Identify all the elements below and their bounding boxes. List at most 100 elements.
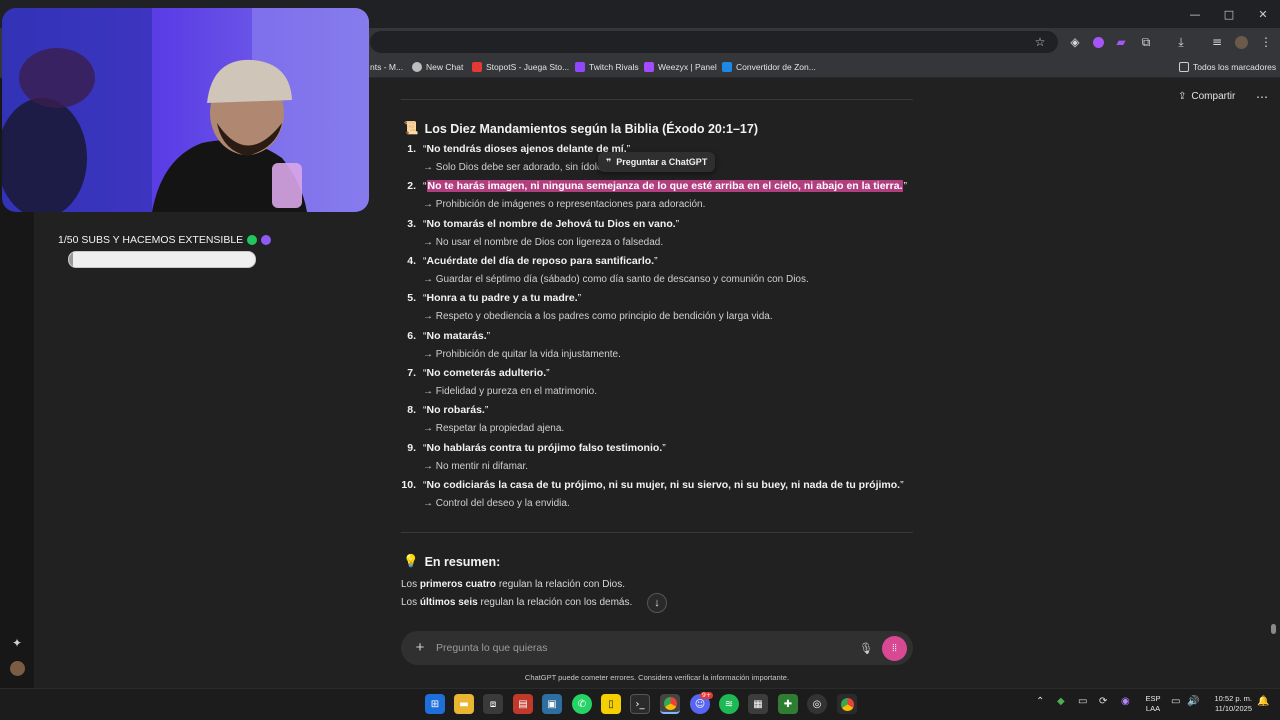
share-icon: ⇪ [1178, 91, 1187, 102]
item-number: 1. [407, 143, 416, 155]
bookmark-item[interactable]: StopotS - Juega Sto... [472, 60, 569, 74]
twitch-extension-icon[interactable]: ▰ [1112, 33, 1130, 51]
bookmark-item[interactable]: Convertidor de Zon... [722, 60, 816, 74]
commandment-text: “Acuérdate del día de reposo para santif… [423, 255, 658, 267]
subs-goal-label: 1/50 SUBS Y HACEMOS EXTENSIBLE [58, 234, 272, 246]
summary-line: Los primeros cuatro regulan la relación … [401, 579, 626, 590]
weezyx-favicon-icon [644, 62, 654, 72]
profile-avatar[interactable] [1232, 33, 1250, 51]
item-number: 9. [407, 442, 416, 454]
extension-icon[interactable]: ◈ [1066, 33, 1084, 51]
more-options-icon[interactable]: ⋯ [1256, 90, 1268, 104]
commandment-explanation: → No usar el nombre de Dios con ligereza… [423, 237, 664, 248]
prompt-input[interactable] [436, 639, 846, 657]
extensions-puzzle-icon[interactable]: ⧉ [1137, 33, 1155, 51]
user-avatar[interactable] [8, 659, 26, 677]
language-indicator[interactable]: ESP LAA [1142, 694, 1164, 714]
green-dot-icon [247, 235, 258, 245]
commandment-text: “No hablarás contra tu prójimo falso tes… [423, 442, 666, 454]
subs-goal-text: 1/50 SUBS Y HACEMOS EXTENSIBLE [58, 234, 244, 246]
tooltip-label: Preguntar a ChatGPT [616, 157, 708, 167]
tray-mic-icon[interactable]: ◉ [1121, 696, 1130, 707]
close-window-button[interactable]: ✕ [1246, 0, 1280, 28]
start-menu-icon[interactable]: ⊞ [425, 694, 445, 714]
bookmark-item[interactable]: nts - M... [370, 60, 403, 74]
bookmark-label: nts - M... [370, 62, 404, 72]
clock-time: 10:52 p. m. [1214, 694, 1252, 703]
ask-chatgpt-tooltip[interactable]: ❞ Preguntar a ChatGPT [598, 152, 716, 172]
system-clock[interactable]: 10:52 p. m. 11/10/2025 [1204, 694, 1252, 714]
plus-icon[interactable]: + [413, 640, 427, 656]
address-bar[interactable] [370, 31, 1058, 53]
all-bookmarks-folder[interactable]: Todos los marcadores [1179, 60, 1276, 74]
chevron-up-icon[interactable]: ⌃ [1036, 696, 1044, 707]
tray-device-icon[interactable]: ▭ [1078, 696, 1087, 707]
minimize-button[interactable]: — [1178, 0, 1212, 28]
terminal-icon[interactable]: ›_ [630, 694, 650, 714]
chrome-icon[interactable] [837, 694, 857, 714]
extension-circle-icon[interactable] [1089, 33, 1107, 51]
tray-app-icon[interactable]: ◆ [1057, 696, 1065, 707]
page-scrollbar[interactable] [1271, 624, 1276, 634]
selected-text-highlight[interactable]: No te harás imagen, ni ninguna semejanza… [426, 180, 904, 192]
bookmark-item[interactable]: New Chat [412, 60, 463, 74]
sparkle-icon[interactable]: ✦ [8, 634, 26, 652]
scroll-icon: 📜 [403, 121, 419, 135]
spotify-icon[interactable]: ≋ [719, 694, 739, 714]
webcam-image [2, 8, 369, 212]
file-explorer-icon[interactable]: ▬ [454, 694, 474, 714]
bookmark-star-icon[interactable]: ☆ [1031, 33, 1049, 51]
browser-menu-icon[interactable]: ⋮ [1257, 33, 1275, 51]
commandment-text: “No tomarás el nombre de Jehová tu Dios … [423, 218, 680, 230]
game-app-icon[interactable]: ✚ [778, 694, 798, 714]
item-number: 3. [407, 218, 416, 230]
chrome-active-icon[interactable] [660, 694, 680, 714]
display-app-icon[interactable]: ▣ [542, 694, 562, 714]
media-control-icon[interactable]: ≡ [1208, 33, 1226, 51]
subs-goal-progress-bar [68, 251, 256, 268]
summary-heading-text: En resumen: [424, 554, 501, 569]
item-number: 6. [407, 330, 416, 342]
store-icon[interactable]: ⧈ [483, 694, 503, 714]
summary-heading: 💡 En resumen: [403, 554, 500, 569]
commandment-explanation: → Control del deseo y la envidia. [423, 498, 570, 509]
sticky-notes-icon[interactable]: ▯ [601, 694, 621, 714]
network-icon[interactable]: ▭ [1171, 696, 1180, 707]
news-app-icon[interactable]: ▤ [513, 694, 533, 714]
commandment-text: “No matarás.” [423, 330, 491, 342]
volume-icon[interactable]: 🔊 [1187, 696, 1199, 707]
commandments-heading: 📜 Los Diez Mandamientos según la Biblia … [403, 121, 758, 136]
commandment-explanation: → Solo Dios debe ser adorado, sin ídolos… [423, 162, 611, 173]
disclaimer-text: ChatGPT puede cometer errores. Considera… [524, 673, 790, 682]
webcam-overlay [2, 8, 369, 212]
obs-app-icon[interactable]: ◎ [807, 694, 827, 714]
lightbulb-icon: 💡 [403, 554, 419, 568]
item-number: 10. [401, 479, 416, 491]
voice-mode-button[interactable]: ⦙⦙ [882, 636, 907, 661]
scroll-to-bottom-button[interactable]: ↓ [647, 593, 667, 613]
whatsapp-icon[interactable]: ✆ [572, 694, 592, 714]
twitch-favicon-icon [575, 62, 585, 72]
commandment-explanation: → Respeto y obediencia a los padres como… [423, 311, 773, 322]
arrow-down-icon: ↓ [654, 597, 660, 609]
item-number: 5. [407, 292, 416, 304]
commandment-explanation: → Fidelidad y pureza en el matrimonio. [423, 386, 597, 397]
maximize-button[interactable]: □ [1212, 0, 1246, 28]
summary-line: Los últimos seis regulan la relación con… [401, 597, 633, 608]
sync-icon[interactable]: ⟳ [1099, 696, 1107, 707]
calendar-app-icon[interactable]: ▦ [748, 694, 768, 714]
bookmark-item[interactable]: Weezyx | Panel [644, 60, 717, 74]
purple-dot-icon [261, 235, 272, 245]
share-label: Compartir [1191, 91, 1236, 102]
download-icon[interactable]: ⤓ [1172, 33, 1190, 51]
heading-text: Los Diez Mandamientos según la Biblia (É… [424, 121, 758, 136]
bookmark-item[interactable]: Twitch Rivals [575, 60, 639, 74]
commandment-explanation: → Respetar la propiedad ajena. [423, 423, 565, 434]
folder-icon [1179, 62, 1189, 72]
commandment-text-selected[interactable]: “No te harás imagen, ni ninguna semejanz… [423, 180, 907, 192]
commandment-text: “No codiciarás la casa de tu prójimo, ni… [423, 479, 904, 491]
microphone-icon[interactable]: 🎙 [858, 640, 874, 656]
share-button[interactable]: ⇪ Compartir [1178, 91, 1235, 102]
item-number: 8. [407, 404, 416, 416]
notification-bell-icon[interactable]: 🔔 [1257, 696, 1269, 707]
